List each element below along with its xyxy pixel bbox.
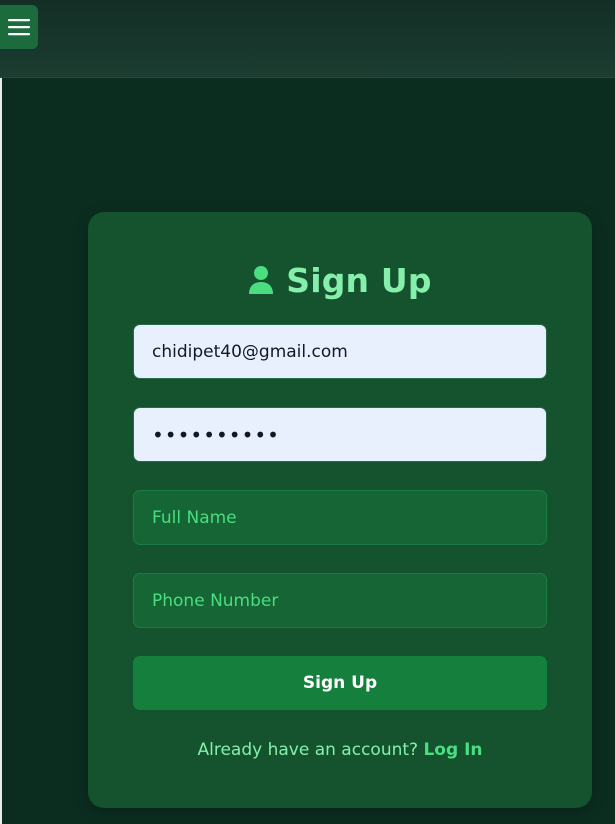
full-name-field[interactable] bbox=[133, 490, 547, 545]
page-title: Sign Up bbox=[286, 260, 432, 300]
top-bar bbox=[0, 0, 615, 78]
signup-heading: Sign Up bbox=[88, 258, 592, 302]
email-field[interactable] bbox=[133, 324, 547, 379]
signup-card: Sign Up Sign Up Already have an account?… bbox=[88, 212, 592, 808]
menu-button[interactable] bbox=[0, 5, 38, 49]
login-prompt: Already have an account? Log In bbox=[88, 740, 592, 760]
user-icon bbox=[249, 266, 274, 294]
password-field[interactable] bbox=[133, 407, 547, 462]
log-in-link[interactable]: Log In bbox=[423, 740, 482, 760]
phone-number-field[interactable] bbox=[133, 573, 547, 628]
hamburger-menu-icon bbox=[8, 19, 30, 36]
login-prompt-text: Already have an account? bbox=[197, 740, 419, 760]
sign-up-button[interactable]: Sign Up bbox=[133, 656, 547, 710]
